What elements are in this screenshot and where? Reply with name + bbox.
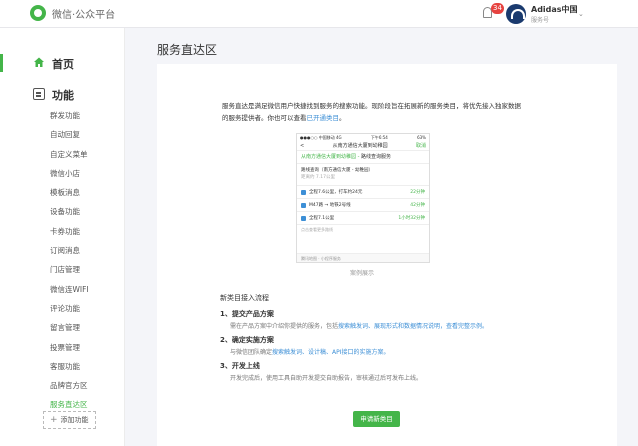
phone-result-banner: 从南方通信大厦到幼稚园 - 路线查询服务 (297, 151, 429, 164)
phone-route-row: M47路 → 地铁2号线 42分钟 (297, 199, 429, 212)
sidebar-menu: 群发功能 自动回复 自定义菜单 微信小店 模板消息 设备功能 卡券功能 订阅消息 门店管理 微信连… (50, 106, 89, 415)
phone-time: 下午6:54 (370, 135, 388, 140)
plus-icon: + (50, 415, 58, 425)
phone-more-routes: 点击查看更多路线 (301, 227, 333, 232)
phone-route-text: M47路 → 地铁2号线 (309, 203, 351, 208)
sidebar-item[interactable]: 模板消息 (50, 183, 89, 202)
phone-nav-bar: < 从南方通信大厦到幼稚园 取消 (297, 141, 429, 151)
flow-steps: 1、提交产品方案需在产品方案中介绍你提供的服务，包括搜索触发词、展现形式和数据情… (220, 309, 540, 387)
sidebar-item[interactable]: 自动回复 (50, 125, 89, 144)
add-function-button[interactable]: + 添加功能 (43, 411, 96, 429)
phone-route-distance: 距离约 7.17公里 (301, 175, 335, 180)
phone-route-row: 全程7.1公里 1小时32分钟 (297, 212, 429, 225)
notification-badge[interactable]: 34 (491, 3, 504, 14)
sidebar-item[interactable]: 微信小店 (50, 164, 89, 183)
intro-text: 服务直达是满足微信用户快捷找到服务的搜索功能。现阶段旨在拓展新的服务类目，将优先… (222, 100, 522, 124)
sidebar-item[interactable]: 自定义菜单 (50, 145, 89, 164)
sidebar-item-home[interactable]: 首页 (0, 54, 124, 72)
transit-icon (301, 190, 306, 195)
phone-banner-query: 从南方通信大厦到幼稚园 (301, 154, 357, 160)
flow-step-desc: 需在产品方案中介绍你提供的服务，包括搜索触发词、展现形式和数据情况说明，查看完整… (220, 321, 540, 335)
phone-route-row: 全程7.6公里，打车约24元 22分钟 (297, 186, 429, 199)
example-screenshot: ●●●○○ 中国移动 4G 下午6:54 63% < 从南方通信大厦到幼稚园 取… (296, 133, 430, 263)
flow-step-link[interactable]: 搜索触发词、设计稿、API接口的实施方案。 (272, 349, 390, 356)
sidebar-section-label: 功能 (52, 89, 74, 102)
sidebar-item[interactable]: 卡券功能 (50, 222, 89, 241)
sidebar: 首页 功能 群发功能 自动回复 自定义菜单 微信小店 模板消息 设备功能 卡券功能 订阅消息门… (0, 28, 125, 446)
sidebar-item[interactable]: 门店管理 (50, 260, 89, 279)
account-type: 服务号 (531, 17, 550, 24)
transit-icon (301, 203, 306, 208)
sidebar-item[interactable]: 订阅消息 (50, 241, 89, 260)
transit-icon (301, 216, 306, 221)
flow-step-desc: 开发完成后，使用工具自助开发提交自助报告，审核通过后可发布上线。 (220, 373, 540, 387)
example-caption: 案例展示 (350, 270, 375, 277)
sidebar-item[interactable]: 设备功能 (50, 202, 89, 221)
phone-route-list: 全程7.6公里，打车约24元 22分钟 M47路 → 地铁2号线 42分钟全程7.1公… (297, 186, 429, 225)
function-icon (33, 88, 45, 100)
wechat-logo-icon[interactable] (30, 5, 46, 21)
sidebar-section-function: 功能 (0, 86, 124, 102)
avatar[interactable] (506, 4, 526, 24)
phone-battery: 63% (417, 135, 426, 140)
phone-carrier: ●●●○○ 中国移动 4G (300, 135, 342, 140)
flow-step-desc: 与微信团队确定搜索触发词、设计稿、API接口的实施方案。 (220, 347, 540, 361)
page-title: 服务直达区 (157, 43, 218, 57)
account-name[interactable]: Adidas中国 (531, 4, 578, 15)
apply-new-category-button[interactable]: 申请新类目 (353, 411, 400, 427)
flow-step-title: 1、提交产品方案 (220, 310, 274, 318)
add-function-label: 添加功能 (60, 416, 89, 424)
flow-step-text: 开发完成后，使用工具自助开发提交自助报告，审核通过后可发布上线。 (230, 375, 423, 382)
phone-footer: 腾讯地图 · 小程序服务 (297, 253, 429, 262)
phone-route-time: 22分钟 (410, 190, 425, 195)
intro-end: 。 (339, 114, 346, 122)
onboarding-flow: 新类目接入流程 1、提交产品方案 需在产品方案中介绍你提供的服务，包括搜索触发词、… (220, 293, 540, 387)
flow-step-text: 需在产品方案中介绍你提供的服务，包括 (230, 323, 339, 330)
phone-cancel: 取消 (415, 143, 426, 149)
chevron-down-icon[interactable]: ⌄ (578, 10, 584, 18)
flow-title: 新类目接入流程 (220, 294, 269, 302)
opened-categories-link[interactable]: 已开通类目 (307, 114, 340, 122)
sidebar-item[interactable]: 投票管理 (50, 338, 89, 357)
phone-route-title: 路线查询（南方通信大厦 - 幼稚园） (301, 168, 373, 173)
sidebar-item[interactable]: 评论功能 (50, 299, 89, 318)
sidebar-item[interactable]: 微信连WIFI (50, 280, 89, 299)
active-marker (0, 54, 3, 72)
phone-route-time: 42分钟 (410, 203, 425, 208)
home-icon (34, 57, 44, 67)
phone-status-bar: ●●●○○ 中国移动 4G 下午6:54 63% (297, 134, 429, 141)
intro-body: 服务直达是满足微信用户快捷找到服务的搜索功能。现阶段旨在拓展新的服务类目，将优先… (222, 102, 521, 122)
brand-title[interactable]: 微信·公众平台 (52, 6, 115, 21)
phone-route-time: 1小时32分钟 (398, 216, 425, 221)
flow-step-title: 3、开发上线 (220, 362, 260, 370)
sidebar-item[interactable]: 留言管理 (50, 318, 89, 337)
sidebar-item[interactable]: 群发功能 (50, 106, 89, 125)
flow-step-link[interactable]: 搜索触发词、展现形式和数据情况说明，查看完整示例。 (338, 323, 488, 330)
top-bar: 微信·公众平台 34 Adidas中国 服务号 ⌄ (0, 0, 638, 28)
phone-back-icon: < (300, 143, 305, 149)
phone-search-query: 从南方通信大厦到幼稚园 (332, 143, 388, 149)
flow-step-text: 与微信团队确定 (230, 349, 273, 356)
phone-route-text: 全程7.6公里，打车约24元 (309, 190, 363, 195)
phone-route-text: 全程7.1公里 (309, 216, 335, 221)
phone-route-summary: 路线查询（南方通信大厦 - 幼稚园） 距离约 7.17公里 (297, 164, 429, 186)
flow-step-title: 2、确定实施方案 (220, 336, 274, 344)
sidebar-item-label: 首页 (52, 58, 74, 71)
phone-banner-service: 路线查询服务 (361, 154, 392, 160)
sidebar-item[interactable]: 品牌官方区 (50, 376, 89, 395)
sidebar-item[interactable]: 客服功能 (50, 357, 89, 376)
